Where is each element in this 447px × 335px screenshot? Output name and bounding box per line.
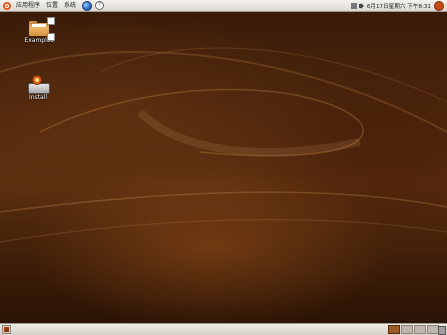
emblem-link-icon: [47, 33, 55, 41]
menu-system[interactable]: 系统: [61, 0, 79, 12]
ubuntu-logo-icon[interactable]: [3, 1, 11, 10]
menu-places[interactable]: 位置: [43, 0, 61, 12]
main-menu: 应用程序 位置 系统 ?: [0, 0, 105, 12]
wallpaper-swoosh: [0, 47, 447, 243]
workspace-3[interactable]: [414, 325, 426, 334]
clock[interactable]: 6月17日星期六 下午8:31: [367, 2, 431, 10]
desktop-icon-label: Install: [28, 94, 48, 101]
desktop-icon-install[interactable]: Install: [18, 75, 58, 101]
top-panel: 应用程序 位置 系统 ? 6月17日星期六 下午8:31: [0, 0, 447, 12]
help-icon[interactable]: ?: [95, 1, 105, 10]
workspace-1[interactable]: [388, 325, 400, 334]
installer-icon: [27, 75, 50, 94]
menu-applications[interactable]: 应用程序: [13, 0, 43, 12]
workspace-2[interactable]: [401, 325, 413, 334]
session-menu-icon[interactable]: [434, 0, 444, 11]
desktop-icon-examples[interactable]: Examples: [19, 17, 59, 44]
folder-icon: [29, 17, 55, 41]
bottom-panel: [0, 323, 447, 335]
emblem-icon: [47, 17, 55, 25]
trash-icon[interactable]: [438, 326, 446, 335]
system-tray: 6月17日星期六 下午8:31: [350, 0, 447, 11]
web-browser-icon[interactable]: [82, 0, 93, 11]
desktop-wallpaper: [0, 12, 447, 323]
workspace-switcher: [388, 325, 439, 334]
network-icon[interactable]: [350, 2, 357, 9]
volume-icon[interactable]: [358, 2, 365, 9]
show-desktop-button[interactable]: [2, 325, 11, 334]
